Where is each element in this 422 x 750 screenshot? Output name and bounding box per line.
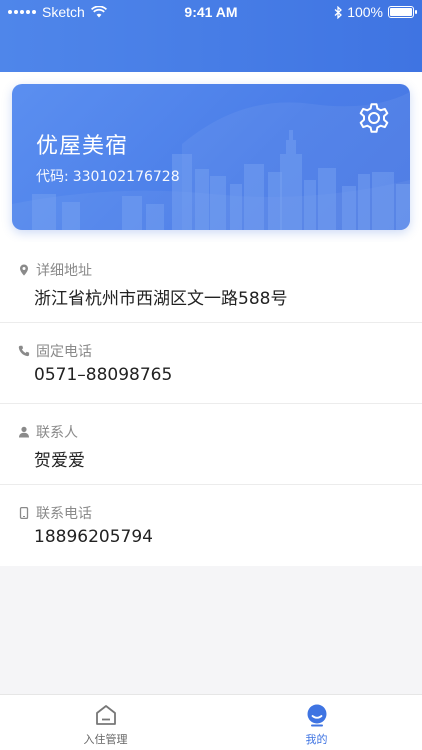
tab-checkin-label: 入住管理 xyxy=(83,733,128,746)
contact-label-text: 联系人 xyxy=(36,425,78,441)
phone-row: 固定电话 0571–88098765 xyxy=(0,323,422,404)
hotel-name: 优屋美宿 xyxy=(36,134,129,159)
hotel-code: 代码: 330102176728 xyxy=(36,166,180,186)
mobile-icon xyxy=(19,507,29,519)
battery-fill xyxy=(390,8,412,16)
phone-icon xyxy=(18,345,30,357)
bluetooth-icon xyxy=(334,5,343,19)
profile-icon xyxy=(307,704,326,727)
code-value: 330102176728 xyxy=(72,169,180,185)
code-label: 代码: xyxy=(36,169,69,185)
address-label: 详细地址 xyxy=(18,260,92,280)
battery-percent: 100% xyxy=(347,4,383,20)
battery-icon xyxy=(388,6,417,18)
contact-value: 贺爱爱 xyxy=(34,451,85,471)
address-label-text: 详细地址 xyxy=(36,263,92,279)
phone-value[interactable]: 0571–88098765 xyxy=(34,365,172,385)
mobile-row: 联系电话 18896205794 xyxy=(0,485,422,566)
tab-bar: 入住管理 我的 xyxy=(0,694,422,750)
tab-checkin-management[interactable]: 入住管理 xyxy=(0,695,211,750)
hotel-card: 优屋美宿 代码: 330102176728 xyxy=(12,84,410,230)
info-list: 详细地址 浙江省杭州市西湖区文一路588号 固定电话 0571–88098765… xyxy=(0,242,422,566)
home-icon xyxy=(95,705,116,725)
address-value: 浙江省杭州市西湖区文一路588号 xyxy=(34,289,288,309)
mobile-label-text: 联系电话 xyxy=(36,506,92,522)
contact-row: 联系人 贺爱爱 xyxy=(0,404,422,485)
mobile-label: 联系电话 xyxy=(18,503,92,523)
address-row: 详细地址 浙江省杭州市西湖区文一路588号 xyxy=(0,242,422,323)
person-icon xyxy=(19,426,29,438)
tab-mine-label: 我的 xyxy=(305,733,328,746)
tab-mine[interactable]: 我的 xyxy=(211,695,422,750)
location-pin-icon xyxy=(20,264,28,276)
gear-icon[interactable] xyxy=(356,100,392,136)
phone-label-text: 固定电话 xyxy=(36,344,92,360)
screen: Sketch 9:41 AM 100% 优屋美宿 代码: 33010217672… xyxy=(0,0,422,750)
phone-label: 固定电话 xyxy=(18,341,92,361)
header: Sketch 9:41 AM 100% xyxy=(0,0,422,72)
mobile-value[interactable]: 18896205794 xyxy=(34,527,153,547)
status-right: 100% xyxy=(334,4,417,20)
card-section: 优屋美宿 代码: 330102176728 xyxy=(0,72,422,242)
contact-label: 联系人 xyxy=(18,422,78,442)
status-bar: Sketch 9:41 AM 100% xyxy=(0,0,422,26)
